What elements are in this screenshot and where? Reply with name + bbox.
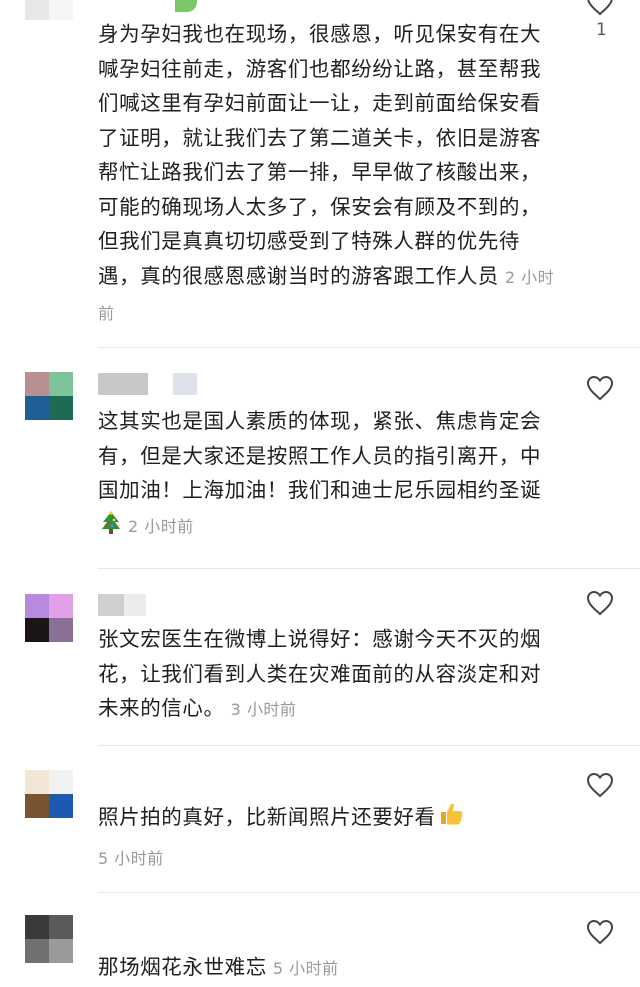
- avatar-tile: [49, 372, 73, 396]
- like-heart-icon[interactable]: [586, 375, 614, 401]
- avatar-tile: [25, 0, 49, 20]
- avatar[interactable]: [25, 770, 73, 818]
- comment-body: 这其实也是国人素质的体现，紧张、焦虑肯定会有，但是大家还是按照工作人员的指引离开…: [98, 409, 542, 502]
- avatar-tile: [49, 770, 73, 794]
- comment-time: 5 小时前: [98, 849, 164, 868]
- blurred-decoration: [175, 0, 197, 12]
- comment-text: 照片拍的真好，比新闻照片还要好看: [98, 800, 558, 835]
- comment-time: 3 小时前: [230, 700, 297, 719]
- comment-body: 身为孕妇我也在现场，很感恩，听见保安有在大喊孕妇往前走，游客们也都纷纷让路，甚至…: [98, 22, 542, 288]
- avatar-tile: [25, 372, 49, 396]
- comment-text: 张文宏医生在微博上说得好：感谢今天不灭的烟花，让我们看到人类在灾难面前的从容淡定…: [98, 622, 558, 728]
- avatar-tile: [25, 770, 49, 794]
- comment-text: 这其实也是国人素质的体现，紧张、焦虑肯定会有，但是大家还是按照工作人员的指引离开…: [98, 404, 558, 544]
- username-blurred[interactable]: [98, 594, 148, 616]
- thumbs-up-icon: [440, 803, 463, 825]
- christmas-tree-icon: [102, 510, 120, 534]
- avatar[interactable]: [25, 0, 73, 20]
- username-blurred[interactable]: [98, 373, 198, 395]
- like-heart-icon[interactable]: [586, 919, 614, 945]
- comment-body: 照片拍的真好，比新闻照片还要好看: [98, 805, 436, 829]
- avatar-tile: [25, 794, 49, 818]
- divider: [98, 347, 640, 348]
- divider: [98, 745, 640, 746]
- like-heart-icon[interactable]: [586, 0, 614, 16]
- avatar-tile: [49, 618, 73, 642]
- divider: [98, 568, 640, 569]
- like-heart-icon[interactable]: [586, 772, 614, 798]
- avatar-tile: [49, 794, 73, 818]
- avatar-tile: [25, 396, 49, 420]
- divider: [98, 892, 640, 893]
- avatar-tile: [25, 594, 49, 618]
- avatar[interactable]: [25, 372, 73, 420]
- avatar[interactable]: [25, 594, 73, 642]
- like-count: 1: [596, 20, 607, 40]
- comment-body: 张文宏医生在微博上说得好：感谢今天不灭的烟花，让我们看到人类在灾难面前的从容淡定…: [98, 627, 542, 720]
- avatar-tile: [49, 915, 73, 939]
- avatar-tile: [49, 939, 73, 963]
- comment-time: 2 小时前: [128, 516, 194, 536]
- comment-text: 那场烟花永世难忘 5 小时前: [98, 950, 558, 987]
- avatar-tile: [25, 618, 49, 642]
- avatar-tile: [49, 396, 73, 420]
- avatar[interactable]: [25, 915, 73, 963]
- avatar-tile: [25, 939, 49, 963]
- comment-body: 那场烟花永世难忘: [98, 955, 267, 979]
- avatar-tile: [49, 0, 73, 20]
- avatar-tile: [49, 594, 73, 618]
- like-heart-icon[interactable]: [586, 590, 614, 616]
- comment-text: 身为孕妇我也在现场，很感恩，听见保安有在大喊孕妇往前走，游客们也都纷纷让路，甚至…: [98, 17, 558, 332]
- avatar-tile: [25, 915, 49, 939]
- comment-time: 5 小时前: [272, 959, 339, 978]
